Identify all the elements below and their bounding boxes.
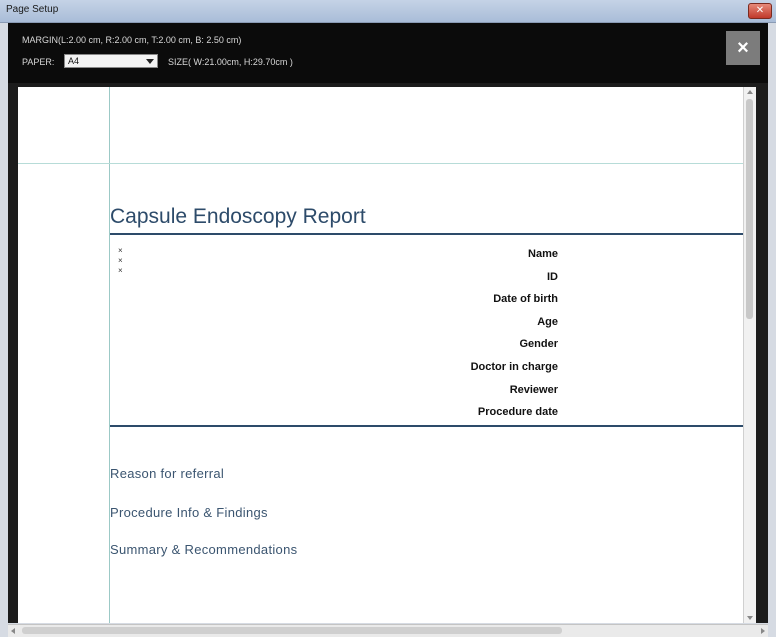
window-close-button[interactable]: ✕ bbox=[748, 3, 772, 19]
field-id-label: ID bbox=[547, 270, 558, 283]
close-icon: ✕ bbox=[755, 5, 765, 16]
margin-info: MARGIN(L:2.00 cm, R:2.00 cm, T:2.00 cm, … bbox=[22, 35, 242, 45]
field-age-label: Age bbox=[537, 315, 558, 328]
scroll-down-arrow-icon[interactable] bbox=[747, 616, 753, 620]
bullet-mark: × bbox=[118, 256, 123, 265]
field-procedure-date-label: Procedure date bbox=[477, 406, 558, 419]
paper-size-dropdown[interactable]: A4 bbox=[64, 54, 158, 68]
section-procedure-info: Procedure Info & Findings bbox=[110, 505, 268, 520]
paper-preview: Capsule Endoscopy Report × × × Name ID D… bbox=[18, 87, 756, 623]
patient-info-fields: Name ID Date of birth Age Gender Doctor … bbox=[318, 243, 558, 424]
fields-divider bbox=[110, 425, 756, 427]
window-title: Page Setup bbox=[6, 4, 59, 15]
window-title-bar: Page Setup ✕ bbox=[0, 0, 776, 23]
vertical-scroll-thumb[interactable] bbox=[746, 99, 753, 319]
paper-size-info: SIZE( W:21.00cm, H:29.70cm ) bbox=[168, 57, 293, 67]
patient-image-placeholder: × × × bbox=[118, 246, 123, 276]
bullet-mark: × bbox=[118, 246, 123, 255]
scroll-up-arrow-icon[interactable] bbox=[747, 90, 753, 94]
horizontal-scrollbar[interactable] bbox=[8, 624, 768, 637]
field-gender-label: Gender bbox=[519, 338, 558, 351]
bullet-mark: × bbox=[118, 266, 123, 275]
chevron-down-icon bbox=[146, 59, 154, 64]
paper-label: PAPER: bbox=[22, 57, 55, 67]
title-divider bbox=[110, 233, 756, 235]
page-setup-header: MARGIN(L:2.00 cm, R:2.00 cm, T:2.00 cm, … bbox=[8, 23, 768, 83]
report-title: Capsule Endoscopy Report bbox=[110, 205, 366, 228]
vertical-scrollbar[interactable] bbox=[743, 87, 756, 623]
field-reviewer-label: Reviewer bbox=[509, 383, 558, 396]
field-doctor-label: Doctor in charge bbox=[470, 360, 558, 373]
field-name-label: Name bbox=[528, 248, 558, 260]
scroll-right-arrow-icon[interactable] bbox=[761, 628, 765, 634]
top-margin-guide bbox=[18, 163, 756, 164]
close-preview-button[interactable]: × bbox=[726, 31, 760, 65]
horizontal-scroll-thumb[interactable] bbox=[22, 627, 562, 634]
page-preview-frame: Capsule Endoscopy Report × × × Name ID D… bbox=[8, 83, 768, 623]
field-dob-label: Date of birth bbox=[493, 293, 558, 306]
scroll-left-arrow-icon[interactable] bbox=[11, 628, 15, 634]
close-icon: × bbox=[737, 37, 749, 59]
section-reason-for-referral: Reason for referral bbox=[110, 466, 225, 481]
paper-size-value: A4 bbox=[68, 56, 80, 66]
section-summary: Summary & Recommendations bbox=[110, 542, 298, 557]
